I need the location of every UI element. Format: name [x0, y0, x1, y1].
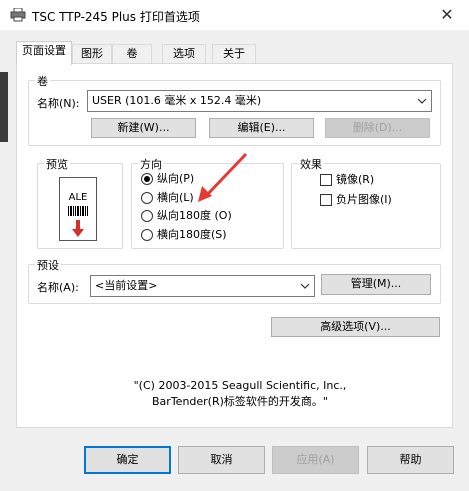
orientation-landscape-label: 横向(L) [157, 191, 194, 204]
preset-legend: 预设 [35, 257, 61, 273]
printer-icon [10, 8, 26, 22]
radio-landscape[interactable] [141, 192, 153, 204]
radio-landscape-180[interactable] [141, 229, 153, 241]
orientation-legend: 方向 [138, 156, 164, 172]
roll-name-select[interactable]: USER (101.6 毫米 x 152.4 毫米) [87, 90, 432, 112]
preset-name-select[interactable]: <当前设置> [90, 275, 315, 297]
orientation-portrait-label: 纵向(P) [157, 172, 195, 185]
checkbox-negative[interactable] [320, 194, 332, 206]
copyright-line-1: "(C) 2003-2015 Seagull Scientific, Inc., [133, 379, 347, 392]
tab-options[interactable]: 选项 [162, 44, 206, 64]
help-button[interactable]: 帮助 [367, 446, 454, 474]
preview-label-text: ALE [68, 192, 88, 203]
radio-portrait-180[interactable] [141, 210, 153, 222]
effect-mirror-label: 镜像(R) [336, 173, 375, 186]
roll-name-value: USER (101.6 毫米 x 152.4 毫米) [92, 94, 262, 107]
chevron-down-icon [300, 283, 310, 289]
barcode-icon [68, 206, 88, 216]
cancel-button[interactable]: 取消 [178, 446, 265, 474]
chevron-down-icon [417, 98, 427, 104]
preview-legend: 预览 [44, 156, 70, 172]
effect-negative-label: 负片图像(I) [336, 193, 392, 206]
title-bar: TSC TTP-245 Plus 打印首选项 ✕ [0, 0, 469, 30]
background-window-edge [0, 72, 8, 142]
window-title: TSC TTP-245 Plus 打印首选项 [32, 10, 200, 24]
close-button[interactable]: ✕ [425, 0, 469, 30]
ok-button[interactable]: 确定 [84, 446, 171, 474]
orientation-landscape-180-label: 横向180度(S) [157, 228, 227, 241]
new-roll-button[interactable]: 新建(W)... [91, 118, 196, 138]
manage-presets-button[interactable]: 管理(M)... [321, 274, 431, 295]
tab-page-setup[interactable]: 页面设置 [16, 41, 72, 65]
tab-graphics[interactable]: 图形 [72, 44, 112, 64]
copyright-line-2: BarTender(R)标签软件的开发商。" [152, 395, 328, 408]
copyright-text: "(C) 2003-2015 Seagull Scientific, Inc.,… [100, 378, 380, 410]
roll-name-label: 名称(N): [37, 97, 80, 110]
effects-legend: 效果 [298, 156, 324, 172]
tab-roll[interactable]: 卷 [112, 44, 152, 64]
tab-about[interactable]: 关于 [212, 44, 256, 64]
delete-roll-button[interactable]: 删除(D)... [325, 118, 430, 138]
preset-name-value: <当前设置> [95, 279, 158, 292]
preview-label-image: ALE [59, 177, 97, 241]
checkbox-mirror[interactable] [320, 174, 332, 186]
apply-button[interactable]: 应用(A) [272, 446, 359, 474]
edit-roll-button[interactable]: 编辑(E)... [209, 118, 314, 138]
orientation-portrait-180-label: 纵向180度 (O) [157, 209, 232, 222]
preset-name-label: 名称(A): [37, 281, 79, 294]
advanced-options-button[interactable]: 高级选项(V)... [271, 317, 440, 337]
radio-portrait[interactable] [141, 173, 153, 185]
feed-direction-arrow-icon [72, 220, 84, 237]
roll-legend: 卷 [35, 73, 50, 89]
annotation-arrow-icon [198, 152, 248, 202]
